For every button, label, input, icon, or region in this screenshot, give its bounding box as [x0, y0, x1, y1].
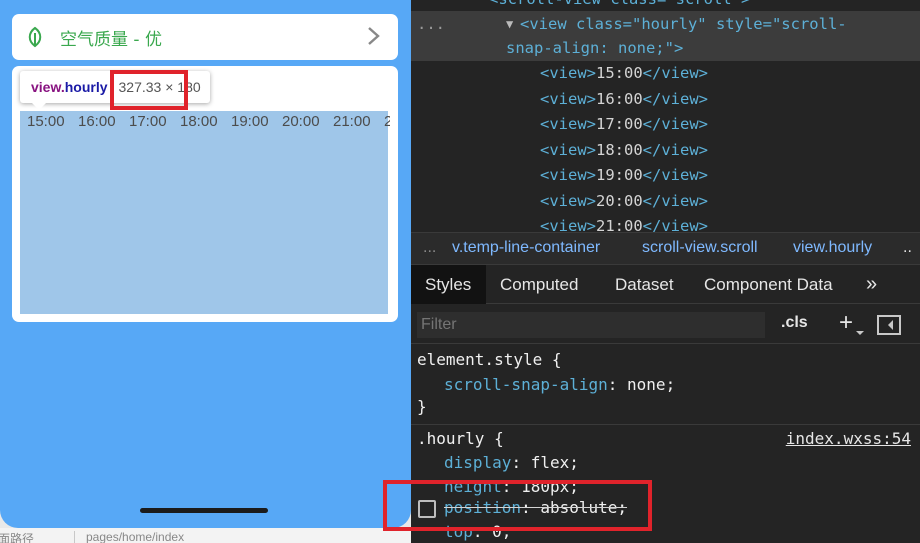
hour-label: 19:00 [231, 113, 269, 130]
breadcrumb-more-right[interactable]: .. [903, 239, 912, 257]
simulator-status-bar: 面路径 pages/home/index [0, 528, 411, 543]
elements-tree[interactable]: <scroll-view class="scroll"> ... ▼ <view… [411, 0, 920, 232]
hour-label: 18:00 [180, 113, 218, 130]
hour-label: 21:00 [333, 113, 371, 130]
hour-label: 15:00 [27, 113, 65, 130]
new-rule-button[interactable]: + [839, 309, 853, 337]
tab-component-data[interactable]: Component Data [704, 265, 833, 304]
breadcrumb: ... v.temp-line-container scroll-view.sc… [411, 232, 920, 264]
new-rule-dropdown-icon[interactable] [856, 331, 864, 339]
tree-node-child[interactable]: <view>15:00</view> [540, 61, 708, 85]
tree-node-scroll-view[interactable]: <scroll-view class="scroll"> [489, 0, 750, 11]
tabs-overflow-icon[interactable]: » [866, 265, 877, 304]
chevron-right-icon [368, 27, 380, 45]
breadcrumb-item[interactable]: view.hourly [793, 239, 872, 257]
hourly-card: 15:00 16:00 17:00 18:00 19:00 20:00 21:00 2 [12, 66, 398, 322]
hourly-rule-selector[interactable]: .hourly { [417, 427, 504, 451]
tab-computed[interactable]: Computed [500, 265, 578, 304]
styles-toolbar: .cls + [411, 304, 920, 344]
status-divider [74, 531, 75, 543]
tree-node-child[interactable]: <view>17:00</view> [540, 112, 708, 136]
breadcrumb-more[interactable]: ... [423, 239, 436, 257]
devtools-panel: <scroll-view class="scroll"> ... ▼ <view… [411, 0, 920, 543]
annotation-highlight-box [383, 480, 652, 531]
air-quality-label: 空气质量 - 优 [60, 29, 162, 50]
decl-display[interactable]: display: flex; [444, 451, 579, 475]
tree-node-hourly-open[interactable]: <view class="hourly" style="scroll- [520, 12, 847, 36]
rule-divider [411, 424, 920, 425]
tooltip-element-name: view.hourly [31, 79, 108, 95]
status-left-text: 面路径 [0, 532, 35, 543]
leaf-icon [28, 26, 42, 48]
hour-label: 2 [384, 113, 390, 130]
cls-button[interactable]: .cls [781, 314, 808, 332]
styles-tab-bar: Styles Computed Dataset Component Data » [411, 264, 920, 304]
home-indicator [140, 508, 268, 513]
rule-source-link[interactable]: index.wxss:54 [786, 429, 911, 448]
sidebar-toggle-icon[interactable] [877, 315, 901, 335]
expand-triangle-icon[interactable]: ▼ [506, 12, 513, 36]
hourly-row[interactable]: 15:00 16:00 17:00 18:00 19:00 20:00 21:00 2 [20, 111, 390, 135]
simulator-panel: 空气质量 - 优 15:00 16:00 17:00 18:00 19:00 20:00 2… [0, 0, 411, 543]
page-path-text[interactable]: pages/home/index [86, 530, 184, 543]
air-quality-card[interactable]: 空气质量 - 优 [12, 14, 398, 60]
annotation-highlight-box [110, 70, 188, 110]
element-style-selector[interactable]: element.style { [417, 348, 562, 372]
filter-input[interactable] [417, 312, 765, 338]
element-style-declaration[interactable]: scroll-snap-align: none; [444, 373, 675, 397]
hour-label: 17:00 [129, 113, 167, 130]
breadcrumb-item[interactable]: scroll-view.scroll [642, 239, 758, 257]
hour-label: 16:00 [78, 113, 116, 130]
tree-node-hourly-cont[interactable]: snap-align: none;"> [506, 36, 683, 60]
tree-node-child[interactable]: <view>16:00</view> [540, 87, 708, 111]
breadcrumb-item[interactable]: v.temp-line-container [452, 239, 600, 257]
tree-node-child[interactable]: <view>18:00</view> [540, 138, 708, 162]
tree-node-child[interactable]: <view>20:00</view> [540, 189, 708, 213]
tree-node-child[interactable]: <view>19:00</view> [540, 163, 708, 187]
tree-node-child[interactable]: <view>21:00</view> [540, 214, 708, 232]
hourly-highlight-box [20, 111, 388, 314]
tree-dots-icon[interactable]: ... [417, 12, 445, 36]
tab-styles[interactable]: Styles [411, 265, 486, 304]
tab-dataset[interactable]: Dataset [615, 265, 674, 304]
hour-label: 20:00 [282, 113, 320, 130]
rule-close-brace: } [417, 397, 427, 416]
